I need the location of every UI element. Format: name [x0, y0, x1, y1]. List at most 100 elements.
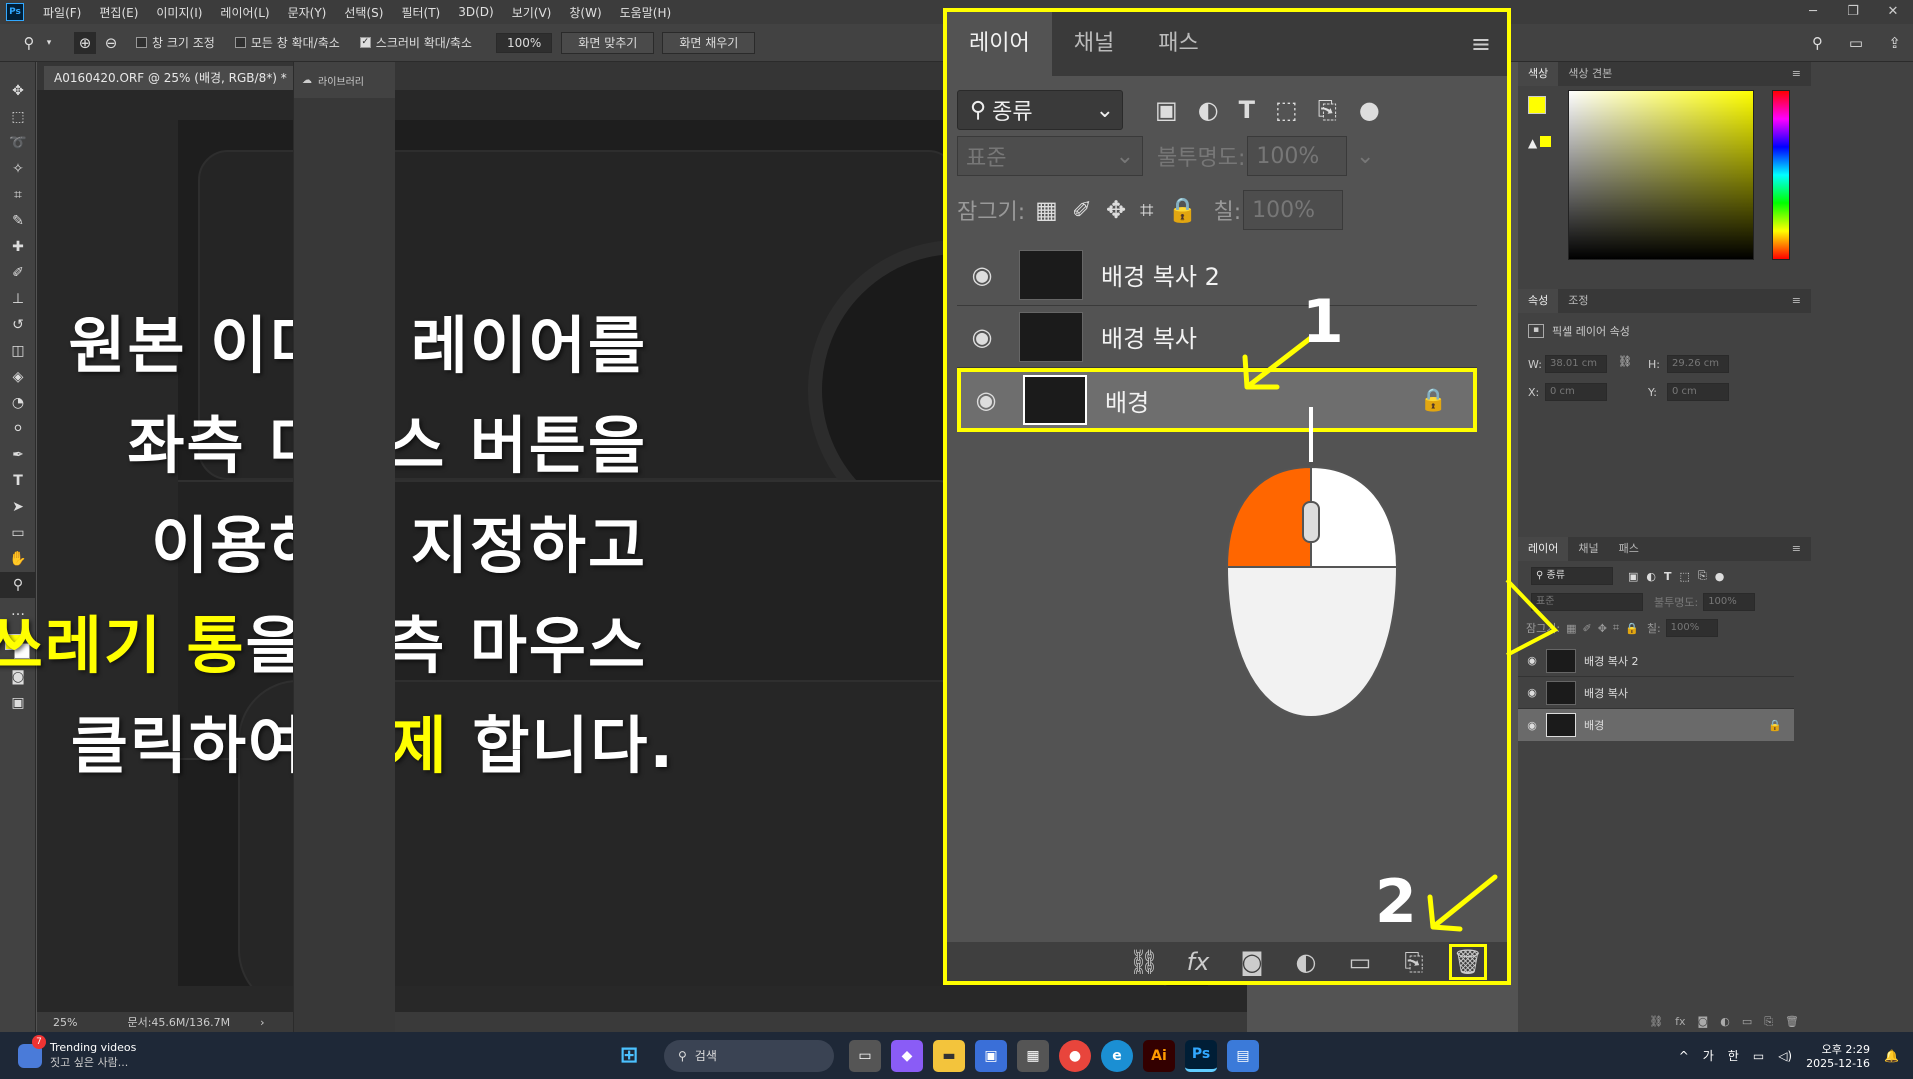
- notepad-icon[interactable]: ▤: [1227, 1039, 1259, 1072]
- filter-smart-icon[interactable]: ⎘: [1698, 569, 1707, 583]
- status-menu-icon[interactable]: ›: [260, 1016, 264, 1029]
- filter-adjust-icon[interactable]: ◐: [1198, 96, 1219, 124]
- foreground-color-chip[interactable]: [1528, 96, 1546, 114]
- task-view-icon[interactable]: ▭: [849, 1039, 881, 1072]
- menu-window[interactable]: 창(W): [560, 4, 610, 21]
- folder-icon[interactable]: ▭: [1333, 948, 1387, 976]
- store-icon[interactable]: ▣: [975, 1039, 1007, 1072]
- tab-channels[interactable]: 채널: [1568, 537, 1608, 561]
- mask-icon[interactable]: ◙: [1225, 948, 1279, 976]
- lock-transparent-icon[interactable]: ▦: [1566, 622, 1576, 635]
- link-icon[interactable]: ⛓: [1618, 355, 1632, 368]
- share-icon[interactable]: ⇪: [1888, 34, 1901, 52]
- trash-icon[interactable]: 🗑: [1785, 1015, 1799, 1028]
- fill-field[interactable]: 100%: [1243, 190, 1344, 230]
- tab-swatches[interactable]: 색상 견본: [1558, 62, 1622, 86]
- panel-menu-icon[interactable]: ≡: [1782, 289, 1811, 313]
- eraser-tool-icon[interactable]: ◫: [0, 338, 36, 364]
- filter-type-icon[interactable]: T: [1239, 96, 1255, 124]
- path-selection-icon[interactable]: ➤: [0, 494, 36, 520]
- dodge-tool-icon[interactable]: ⚪: [0, 416, 36, 442]
- crop-tool-icon[interactable]: ⌗: [0, 182, 36, 208]
- tab-paths[interactable]: 패스: [1609, 537, 1649, 561]
- y-field[interactable]: 0 cm: [1667, 383, 1729, 401]
- blend-mode-select[interactable]: 표준 ⌄: [957, 136, 1143, 176]
- magic-wand-icon[interactable]: ✧: [0, 156, 36, 182]
- filter-smart-icon[interactable]: ⎘: [1318, 96, 1337, 124]
- adjustment-icon[interactable]: ◐: [1720, 1015, 1730, 1028]
- tab-adjustments[interactable]: 조정: [1558, 289, 1598, 313]
- scrubby-zoom-checkbox[interactable]: ✓ 스크러비 확대/축소: [359, 34, 472, 51]
- chevron-down-icon[interactable]: ▾: [44, 32, 54, 54]
- minimize-icon[interactable]: ─: [1793, 0, 1833, 24]
- zoom-in-icon[interactable]: ⊕: [74, 31, 96, 54]
- filter-shape-icon[interactable]: ⬚: [1275, 96, 1298, 124]
- lasso-tool-icon[interactable]: ➰: [0, 130, 36, 156]
- hand-tool-icon[interactable]: ✋: [0, 546, 36, 572]
- zoom-level-field[interactable]: 100%: [495, 32, 553, 53]
- start-icon[interactable]: ⊞: [613, 1040, 645, 1072]
- tab-layers[interactable]: 레이어: [947, 12, 1052, 76]
- document-tab[interactable]: A0160420.ORF @ 25% (배경, RGB/8*) * ×: [44, 66, 319, 90]
- filter-pixel-icon[interactable]: ▣: [1628, 570, 1638, 583]
- notification-bell-icon[interactable]: 🔔: [1884, 1049, 1899, 1063]
- layer-row[interactable]: ◉ 배경 복사 2: [957, 244, 1477, 306]
- tab-paths[interactable]: 패스: [1136, 12, 1220, 76]
- rectangle-tool-icon[interactable]: ▭: [0, 520, 36, 546]
- layer-row-selected[interactable]: ◉ 배경 🔒: [1518, 709, 1794, 741]
- visibility-eye-icon[interactable]: ◉: [957, 261, 1007, 289]
- photoshop-taskbar-icon[interactable]: Ps: [1185, 1039, 1217, 1072]
- illustrator-icon[interactable]: Ai: [1143, 1039, 1175, 1072]
- filter-shape-icon[interactable]: ⬚: [1680, 570, 1690, 583]
- workspace-icon[interactable]: ▭: [1849, 34, 1863, 52]
- zoom-out-icon[interactable]: ⊖: [100, 32, 122, 54]
- tab-channels[interactable]: 채널: [1052, 12, 1136, 76]
- x-field[interactable]: 0 cm: [1545, 383, 1607, 401]
- libraries-tab[interactable]: ☁ 라이브러리: [294, 62, 395, 98]
- menu-type[interactable]: 문자(Y): [279, 4, 336, 21]
- paint-bucket-icon[interactable]: ◈: [0, 364, 36, 390]
- tab-color[interactable]: 색상: [1518, 62, 1559, 86]
- copilot-icon[interactable]: ◆: [891, 1039, 923, 1072]
- fit-screen-button[interactable]: 화면 맞추기: [561, 31, 655, 54]
- fx-icon[interactable]: fx: [1171, 948, 1225, 976]
- history-brush-icon[interactable]: ↺: [0, 312, 36, 338]
- resize-window-checkbox[interactable]: 창 크기 조정: [136, 34, 215, 51]
- lock-artboard-icon[interactable]: ⌗: [1613, 621, 1619, 635]
- width-field[interactable]: 38.01 cm: [1545, 355, 1607, 373]
- menu-image[interactable]: 이미지(I): [147, 4, 211, 21]
- restore-icon[interactable]: ❐: [1833, 0, 1873, 24]
- move-tool-icon[interactable]: ✥: [0, 78, 36, 104]
- filter-toggle-icon[interactable]: ●: [1359, 96, 1380, 124]
- layer-filter-select[interactable]: ⚲ 종류 ⌄: [957, 90, 1123, 130]
- visibility-eye-icon[interactable]: ◉: [1518, 719, 1546, 732]
- widget-area[interactable]: 7 Trending videos 짓고 싶은 사람...: [18, 1035, 218, 1070]
- lock-position-icon[interactable]: ✥: [1106, 196, 1126, 224]
- websafe-chip[interactable]: [1540, 136, 1551, 147]
- menu-3d[interactable]: 3D(D): [449, 5, 502, 19]
- color-field[interactable]: [1568, 90, 1754, 260]
- delete-layer-button[interactable]: 🗑: [1449, 943, 1487, 980]
- file-explorer-icon[interactable]: ▬: [933, 1039, 965, 1072]
- type-tool-icon[interactable]: T: [0, 468, 36, 494]
- marquee-tool-icon[interactable]: ⬚: [0, 104, 36, 130]
- menu-select[interactable]: 선택(S): [335, 4, 392, 21]
- hue-slider[interactable]: [1772, 90, 1790, 260]
- adjustment-icon[interactable]: ◐: [1279, 948, 1333, 976]
- close-icon[interactable]: ✕: [1873, 0, 1913, 24]
- zoom-tool-icon[interactable]: ⚲: [18, 32, 40, 54]
- search-icon[interactable]: ⚲: [1812, 34, 1823, 52]
- fx-icon[interactable]: fx: [1675, 1015, 1685, 1028]
- opacity-field[interactable]: 100%: [1703, 593, 1756, 611]
- filter-type-icon[interactable]: T: [1664, 570, 1672, 583]
- tray-chevron-icon[interactable]: ^: [1679, 1049, 1689, 1063]
- edge-icon[interactable]: e: [1101, 1039, 1133, 1072]
- blur-tool-icon[interactable]: ◔: [0, 390, 36, 416]
- tab-layers[interactable]: 레이어: [1518, 537, 1569, 561]
- fill-screen-button[interactable]: 화면 채우기: [662, 31, 756, 54]
- new-layer-icon[interactable]: ⎘: [1387, 948, 1441, 976]
- visibility-eye-icon[interactable]: ◉: [961, 386, 1011, 414]
- tab-properties[interactable]: 속성: [1518, 289, 1559, 313]
- layer-row[interactable]: ◉ 배경 복사: [1518, 677, 1794, 709]
- panel-menu-icon[interactable]: ≡: [1782, 62, 1811, 86]
